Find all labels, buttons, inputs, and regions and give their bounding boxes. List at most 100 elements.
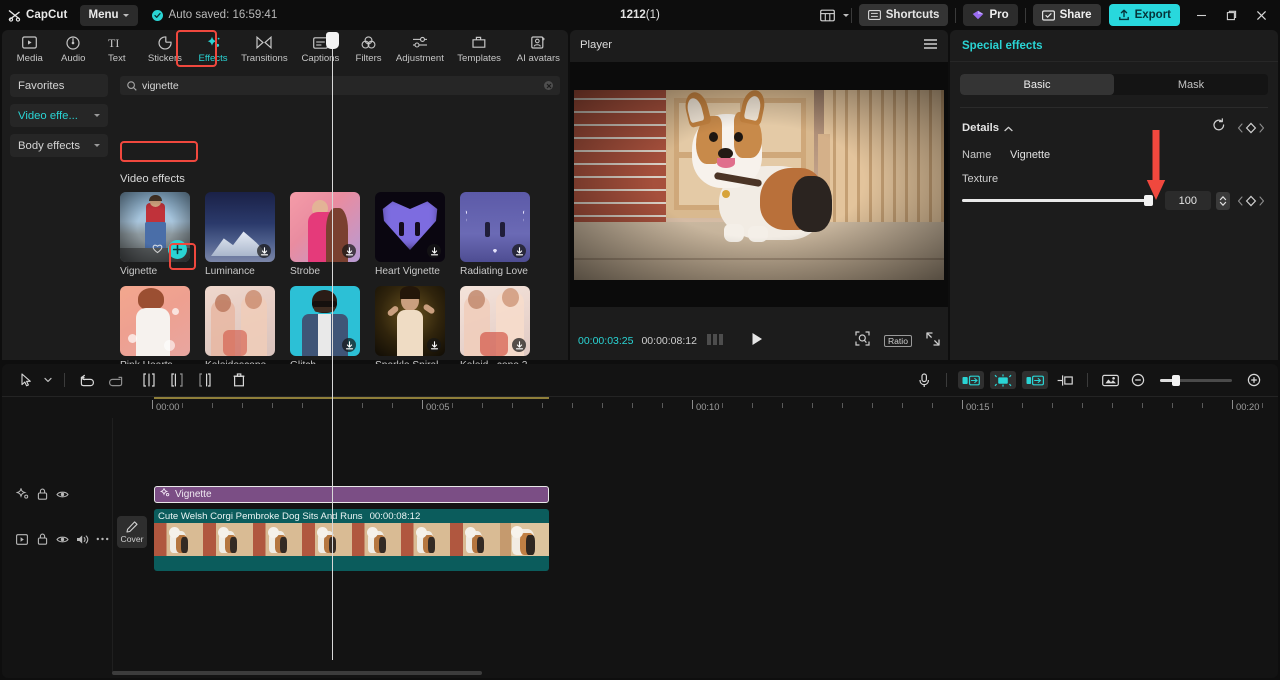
eye-icon[interactable] (52, 529, 72, 549)
category-video-effects[interactable]: Video effe... (10, 104, 108, 127)
zoom-slider[interactable] (1160, 379, 1232, 382)
effect-thumbnail[interactable] (375, 192, 445, 262)
horizontal-scrollbar[interactable] (112, 671, 1272, 675)
download-button[interactable] (342, 338, 356, 352)
category-favorites[interactable]: Favorites (10, 74, 108, 97)
effect-thumbnail[interactable] (120, 286, 190, 356)
slider-handle[interactable] (1144, 195, 1153, 206)
timeline-ruler[interactable]: 00:00 00:05 00:10 00:15 00:20 (2, 396, 1278, 418)
texture-slider[interactable] (962, 199, 1149, 202)
menu-button[interactable]: Menu (80, 5, 138, 26)
tab-mask[interactable]: Mask (1114, 74, 1268, 95)
category-body-effects[interactable]: Body effects (10, 134, 108, 157)
zoom-out-button[interactable] (1124, 367, 1152, 393)
effect-thumbnail[interactable] (290, 286, 360, 356)
mirror-button[interactable] (958, 371, 984, 389)
effect-card-radiating-love[interactable]: Radiating Love (460, 192, 530, 277)
export-button[interactable]: Export (1109, 4, 1180, 26)
effect-card-sparkle-spiral[interactable]: Sparkle Spiral (375, 286, 445, 371)
scrollbar-thumb[interactable] (112, 671, 482, 675)
hamburger-icon[interactable] (923, 38, 938, 53)
effect-thumbnail[interactable] (205, 192, 275, 262)
effect-card-strobe[interactable]: Strobe (290, 192, 360, 277)
frames-icon[interactable] (707, 332, 723, 350)
download-button[interactable] (512, 244, 526, 258)
split-button[interactable] (135, 367, 163, 393)
freeze-button[interactable] (990, 371, 1016, 389)
preview-button[interactable] (1096, 367, 1124, 393)
search-box[interactable] (120, 76, 560, 95)
lock-icon[interactable] (32, 484, 52, 504)
close-button[interactable] (1246, 0, 1276, 30)
add-effect-button[interactable] (168, 240, 187, 259)
more-icon[interactable] (92, 529, 112, 549)
keyframe-icon[interactable] (1236, 122, 1266, 134)
tab-transitions[interactable]: Transitions (235, 30, 294, 68)
download-button[interactable] (427, 244, 441, 258)
effect-card-glitch[interactable]: Glitch (290, 286, 360, 371)
effect-card-luminance[interactable]: Luminance (205, 192, 275, 277)
clear-search-icon[interactable] (544, 81, 553, 90)
speaker-icon[interactable] (72, 529, 92, 549)
video-preview[interactable] (574, 90, 944, 280)
effect-thumbnail[interactable] (460, 192, 530, 262)
video-clip[interactable]: Cute Welsh Corgi Pembroke Dog Sits And R… (154, 509, 549, 571)
crop-button[interactable] (1051, 367, 1079, 393)
download-button[interactable] (257, 244, 271, 258)
fit-screen-icon[interactable] (855, 331, 870, 351)
fullscreen-icon[interactable] (926, 332, 940, 351)
effect-card-vignette[interactable]: Vignette (120, 192, 190, 277)
pro-button[interactable]: Pro (963, 4, 1017, 26)
delete-button[interactable] (225, 367, 253, 393)
trim-right-button[interactable] (191, 367, 219, 393)
chevron-up-icon[interactable] (1004, 119, 1013, 137)
search-input[interactable] (142, 80, 472, 92)
zoom-in-button[interactable] (1240, 367, 1268, 393)
tab-templates[interactable]: Templates (450, 30, 509, 68)
effect-card-pink-hearts[interactable]: Pink Hearts (120, 286, 190, 371)
select-dropdown[interactable] (40, 367, 56, 393)
eye-icon[interactable] (52, 484, 72, 504)
effect-clip-vignette[interactable]: Vignette (154, 486, 549, 503)
texture-value-input[interactable]: 100 (1165, 191, 1211, 210)
tab-adjustment[interactable]: Adjustment (390, 30, 449, 68)
effect-thumbnail[interactable] (120, 192, 190, 262)
lock-icon[interactable] (32, 529, 52, 549)
tab-ai-avatars[interactable]: AI avatars (509, 30, 568, 68)
download-button[interactable] (342, 244, 356, 258)
rotate-button[interactable] (1022, 371, 1048, 389)
effect-thumbnail[interactable] (375, 286, 445, 356)
tab-text[interactable]: TI Text (95, 30, 139, 68)
tab-audio[interactable]: Audio (52, 30, 96, 68)
texture-keyframe-icon[interactable] (1236, 195, 1266, 207)
trim-left-button[interactable] (163, 367, 191, 393)
tab-filters[interactable]: Filters (347, 30, 391, 68)
effect-card-kaleidoscope[interactable]: Kaleidoscope (205, 286, 275, 371)
maximize-button[interactable] (1216, 0, 1246, 30)
download-button[interactable] (427, 338, 441, 352)
play-button[interactable] (751, 332, 763, 351)
texture-stepper[interactable] (1216, 192, 1230, 210)
minimize-button[interactable] (1186, 0, 1216, 30)
undo-button[interactable] (73, 367, 101, 393)
effect-thumbnail[interactable] (460, 286, 530, 356)
record-button[interactable] (910, 367, 938, 393)
redo-button[interactable] (101, 367, 129, 393)
tab-effects[interactable]: Effects (191, 30, 235, 68)
reset-icon[interactable] (1212, 118, 1226, 137)
download-button[interactable] (512, 338, 526, 352)
effect-thumbnail[interactable] (205, 286, 275, 356)
tab-basic[interactable]: Basic (960, 74, 1114, 95)
effect-card-heart-vignette[interactable]: Heart Vignette (375, 192, 445, 277)
shortcuts-button[interactable]: Shortcuts (859, 4, 949, 26)
tab-stickers[interactable]: Stickers (139, 30, 192, 68)
share-button[interactable]: Share (1033, 4, 1101, 26)
playhead-handle[interactable] (326, 32, 339, 49)
zoom-slider-handle[interactable] (1172, 375, 1180, 386)
favorite-icon[interactable] (152, 241, 163, 259)
select-tool[interactable] (12, 367, 40, 393)
ratio-button[interactable]: Ratio (884, 335, 912, 347)
tab-media[interactable]: Media (8, 30, 52, 68)
effect-thumbnail[interactable] (290, 192, 360, 262)
effect-card-kaleidoscope-2[interactable]: Kaleid...cope 2 (460, 286, 530, 371)
